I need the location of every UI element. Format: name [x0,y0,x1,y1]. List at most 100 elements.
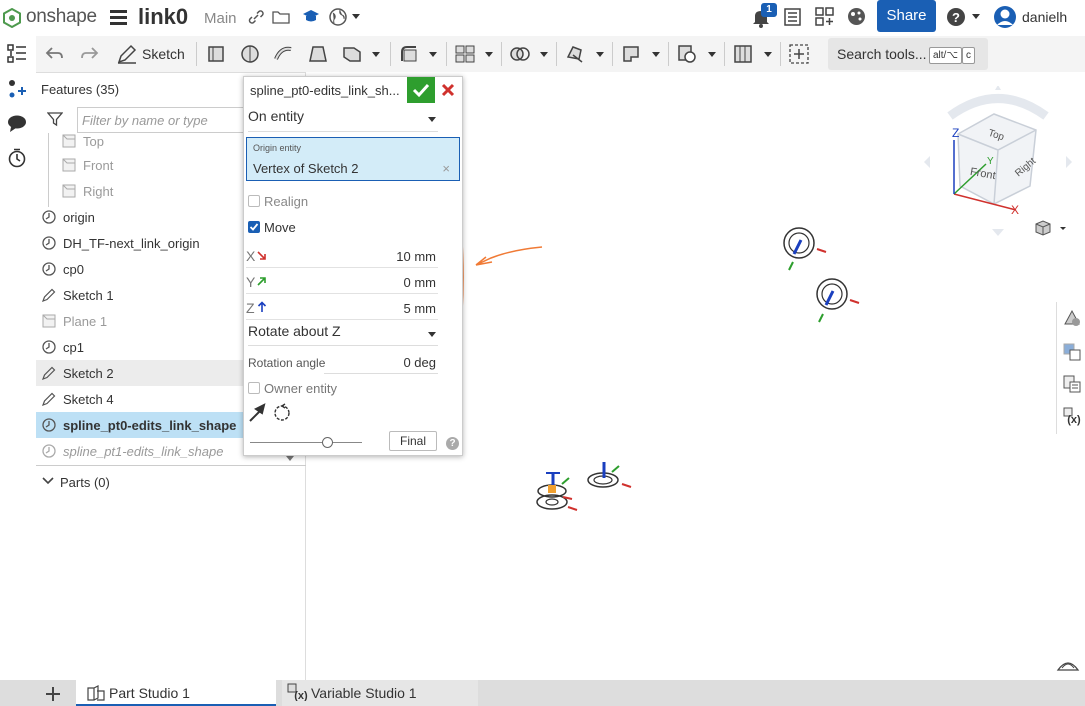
extrude-icon[interactable] [206,43,228,65]
y-direction-arrow-icon[interactable] [257,276,267,286]
bottom-tab-bar: Part Studio 1 (x) Variable Studio 1 [0,680,1085,706]
x-translation-field[interactable]: X 10 mm [246,244,438,268]
transform-icon[interactable] [564,43,586,65]
undo-icon[interactable] [44,43,66,65]
boolean-icon[interactable] [509,43,531,65]
tab-variable-studio-1[interactable]: (x) Variable Studio 1 [282,680,478,706]
tab-part-studio-1[interactable]: Part Studio 1 [76,680,276,706]
pattern-icon[interactable] [454,43,476,65]
fillet-icon[interactable] [398,43,420,65]
plane-tool-icon[interactable] [621,43,643,65]
insert-icon[interactable] [7,79,27,99]
confirm-button[interactable] [407,77,435,103]
sketch-button[interactable]: Sketch [142,46,185,62]
dialog-help-icon[interactable]: ? [446,437,459,450]
chevron-down-icon[interactable] [485,52,493,58]
revolve-icon[interactable] [239,43,261,65]
plane-icon [62,134,76,148]
annotation-arrow [475,246,543,266]
owner-entity-checkbox[interactable] [248,382,260,394]
comments-icon[interactable] [7,114,27,134]
filter-input[interactable]: Filter by name or type [77,107,247,133]
folder-icon[interactable] [272,10,290,24]
x-direction-arrow-icon[interactable] [257,251,267,261]
section-view-icon[interactable] [732,43,754,65]
placement-dropdown[interactable]: On entity [248,108,438,132]
chevron-down-icon[interactable] [652,52,660,58]
onshape-logo-icon[interactable] [3,8,21,28]
move-checkbox[interactable] [248,221,260,233]
share-button[interactable]: Share [877,0,936,32]
chevron-down-icon[interactable] [42,477,54,485]
mate-connector-glyph[interactable] [816,278,860,323]
hamburger-menu-icon[interactable] [110,9,127,25]
render-studio-icon[interactable] [847,7,866,26]
document-title[interactable]: link0 [138,4,188,30]
clear-selection-icon[interactable]: × [442,161,450,176]
sketch-pencil-icon[interactable] [116,43,138,65]
rollback-bar-icon[interactable] [286,456,294,462]
filter-icon[interactable] [47,111,63,127]
y-translation-value: 0 mm [403,275,437,290]
mate-connector-glyph[interactable] [783,227,827,271]
configurations-icon[interactable] [1062,342,1082,362]
bom-icon[interactable] [1062,374,1082,394]
user-name[interactable]: danielh [1022,9,1067,25]
shortcut-key-alt: alt/⌥ [929,47,962,64]
variables-panel-icon[interactable]: (x) [1062,406,1082,426]
chevron-down-icon[interactable] [540,52,548,58]
history-slider-thumb[interactable] [322,437,333,448]
chevron-down-icon[interactable] [372,52,380,58]
help-chevron-icon[interactable] [972,14,980,20]
parts-header[interactable]: Parts (0) [60,475,110,490]
toolbar-divider [446,42,447,66]
feature-list-icon[interactable] [7,44,27,64]
search-tools-button[interactable]: Search tools... alt/⌥ c [828,38,988,70]
mate-connector-tool-icon[interactable] [676,43,698,65]
z-direction-arrow-icon[interactable] [257,301,267,313]
view-cube[interactable] [920,86,1076,238]
chevron-down-icon[interactable] [764,52,772,58]
sweep-icon[interactable] [273,43,295,65]
chevron-down-icon[interactable] [429,52,437,58]
rotation-angle-input[interactable]: 0 deg [403,355,436,370]
learning-center-icon[interactable] [302,8,320,24]
origin-mate-connector-glyph[interactable] [536,472,578,511]
rotation-type-dropdown[interactable]: Rotate about Z [248,323,438,347]
mate-connector-glyph[interactable] [587,462,632,488]
add-tab-icon[interactable] [45,686,61,702]
flip-primary-axis-icon[interactable] [248,403,268,423]
tasks-icon[interactable] [784,8,801,26]
app-store-icon[interactable] [815,7,834,26]
reorient-secondary-axis-icon[interactable] [272,403,292,423]
chevron-down-icon [428,332,436,337]
render-mode-icon[interactable] [1056,662,1080,671]
thicken-icon[interactable] [341,43,363,65]
help-icon[interactable]: ? [946,7,966,27]
view-options-icon[interactable] [1034,219,1068,237]
chevron-down-icon[interactable] [708,52,716,58]
history-icon[interactable] [7,148,27,168]
chevron-down-icon[interactable] [596,52,604,58]
final-button[interactable]: Final [389,431,437,451]
cancel-button[interactable] [438,80,458,100]
y-translation-field[interactable]: Y 0 mm [246,270,438,294]
branch-name[interactable]: Main [204,10,237,27]
add-custom-feature-icon[interactable] [788,43,810,65]
feature-label: Sketch 4 [63,392,114,407]
features-title: Features (35) [41,82,120,97]
globe-icon[interactable] [328,7,348,27]
tab-label: Variable Studio 1 [311,685,417,701]
realign-checkbox[interactable] [248,195,260,207]
history-slider-track[interactable] [250,442,362,443]
appearance-panel-icon[interactable] [1062,308,1082,328]
redo-icon[interactable] [78,43,100,65]
origin-entity-field[interactable]: Origin entity Vertex of Sketch 2 × [246,137,460,181]
chevron-down-icon[interactable] [352,14,360,20]
loft-icon[interactable] [307,43,329,65]
logo-text[interactable]: onshape [26,6,97,28]
dialog-title: spline_pt0-edits_link_sh... [250,83,400,98]
user-avatar-icon[interactable] [993,5,1017,29]
z-translation-field[interactable]: Z 5 mm [246,296,438,320]
link-icon[interactable] [248,10,264,24]
